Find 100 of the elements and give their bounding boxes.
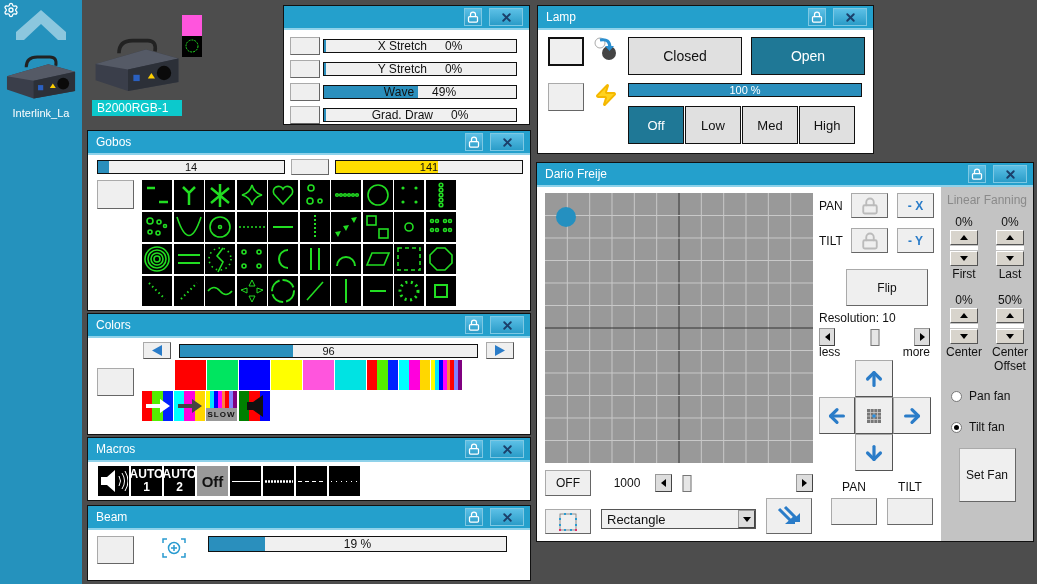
effect-toggle-button[interactable] — [290, 60, 320, 78]
gobo-button[interactable] — [331, 180, 361, 210]
gobo-button[interactable] — [236, 212, 267, 242]
lock-button[interactable] — [465, 133, 483, 151]
level-bar[interactable]: X Stretch 0% — [323, 39, 517, 53]
gobo-button[interactable] — [205, 244, 235, 274]
settings-icon[interactable] — [3, 2, 19, 18]
gobo-button[interactable] — [236, 244, 267, 274]
gobo-button[interactable] — [268, 276, 298, 306]
lock-button[interactable] — [808, 8, 826, 26]
right-button[interactable] — [893, 397, 931, 434]
effect-toggle-button[interactable] — [290, 37, 320, 55]
line-macro-button[interactable] — [263, 466, 294, 496]
color-swatch[interactable] — [175, 360, 206, 390]
color-swatch[interactable] — [239, 360, 270, 390]
up-button[interactable] — [855, 360, 893, 397]
axis-lock-button[interactable] — [851, 228, 888, 253]
close-button[interactable] — [993, 165, 1027, 183]
gobo-button[interactable] — [236, 180, 267, 210]
channel-value-button[interactable] — [831, 498, 877, 525]
gobo-button[interactable] — [236, 276, 267, 306]
gobo-button[interactable] — [362, 212, 393, 242]
pattern-preview-button[interactable] — [545, 509, 591, 534]
down-button[interactable] — [855, 434, 893, 471]
resolution-slider[interactable] — [819, 328, 930, 346]
color-effect-button[interactable]: SLOW — [206, 391, 237, 421]
close-button[interactable] — [833, 8, 867, 26]
invert-button[interactable]: - Y — [897, 228, 934, 253]
color-toggle-button[interactable] — [97, 367, 134, 396]
effect-toggle-button[interactable] — [290, 106, 320, 124]
level-bar[interactable]: Grad. Draw 0% — [323, 108, 517, 122]
level-bar[interactable]: 14 — [97, 160, 285, 174]
gobo-mode-button[interactable] — [291, 159, 329, 175]
increase-button[interactable] — [914, 328, 930, 346]
macro-button[interactable]: AUTO 1 — [131, 466, 162, 496]
fan-radio[interactable]: Tilt fan — [951, 420, 1011, 434]
color-swatch[interactable] — [399, 360, 430, 390]
shutter-toggle-button[interactable] — [548, 37, 584, 66]
invert-button[interactable]: - X — [897, 193, 934, 218]
next-button[interactable] — [486, 342, 514, 359]
channel-value-button[interactable] — [887, 498, 933, 525]
gobo-button[interactable] — [205, 212, 235, 242]
fixture-label[interactable]: Interlink_La — [12, 106, 70, 119]
color-swatch[interactable] — [271, 360, 302, 390]
line-macro-button[interactable] — [230, 466, 261, 496]
power-level-button[interactable]: Off — [628, 106, 684, 144]
lock-button[interactable] — [465, 440, 483, 458]
beam-toggle-button[interactable] — [97, 536, 134, 564]
color-swatch[interactable] — [367, 360, 398, 390]
center-button[interactable] — [855, 397, 893, 434]
previous-button[interactable] — [143, 342, 171, 359]
gobo-button[interactable] — [142, 212, 172, 242]
level-bar[interactable]: 19 % — [208, 536, 507, 552]
speed-slider[interactable] — [655, 474, 813, 492]
gobo-button[interactable] — [173, 244, 204, 274]
effect-toggle-button[interactable] — [290, 83, 320, 101]
color-swatch[interactable] — [335, 360, 366, 390]
gobo-button[interactable] — [331, 276, 361, 306]
close-button[interactable] — [490, 316, 524, 334]
lock-button[interactable] — [464, 8, 482, 26]
level-bar[interactable]: 100 % — [628, 83, 862, 97]
gobo-button[interactable] — [268, 212, 298, 242]
shutter-button[interactable]: Closed — [628, 37, 742, 75]
shutter-button[interactable]: Open — [751, 37, 865, 75]
color-effect-button[interactable] — [239, 391, 270, 421]
slider-thumb[interactable] — [682, 474, 692, 492]
gobo-toggle-button[interactable] — [97, 180, 134, 209]
close-button[interactable] — [490, 508, 524, 526]
level-bar[interactable]: 141 — [335, 160, 523, 174]
gobo-button[interactable] — [173, 212, 204, 242]
gobo-button[interactable] — [142, 180, 172, 210]
power-level-button[interactable]: High — [799, 106, 855, 144]
color-swatch[interactable] — [207, 360, 238, 390]
gobo-button[interactable] — [142, 244, 172, 274]
close-button[interactable] — [490, 133, 524, 151]
close-button[interactable] — [490, 440, 524, 458]
gobo-button[interactable] — [394, 244, 424, 274]
gobo-button[interactable] — [205, 276, 235, 306]
slider-thumb[interactable] — [870, 328, 879, 346]
off-button[interactable]: OFF — [545, 470, 591, 496]
decrease-button[interactable] — [655, 474, 672, 492]
color-effect-button[interactable] — [174, 391, 205, 421]
gobo-button[interactable] — [205, 180, 235, 210]
gobo-button[interactable] — [268, 244, 298, 274]
swap-direction-button[interactable] — [766, 498, 812, 534]
gobo-button[interactable] — [299, 244, 330, 274]
gobo-button[interactable] — [425, 180, 456, 210]
gobo-button[interactable] — [268, 180, 298, 210]
lock-button[interactable] — [465, 508, 483, 526]
color-effect-button[interactable] — [142, 391, 173, 421]
gobo-button[interactable] — [394, 276, 424, 306]
gobo-button[interactable] — [425, 212, 456, 242]
gobo-button[interactable] — [299, 276, 330, 306]
gobo-button[interactable] — [362, 244, 393, 274]
gobo-button[interactable] — [331, 212, 361, 242]
left-button[interactable] — [819, 397, 855, 434]
close-button[interactable] — [489, 8, 523, 26]
color-swatch[interactable] — [431, 360, 462, 390]
macro-button[interactable]: AUTO 2 — [164, 466, 195, 496]
macro-button[interactable]: Off — [197, 466, 228, 496]
